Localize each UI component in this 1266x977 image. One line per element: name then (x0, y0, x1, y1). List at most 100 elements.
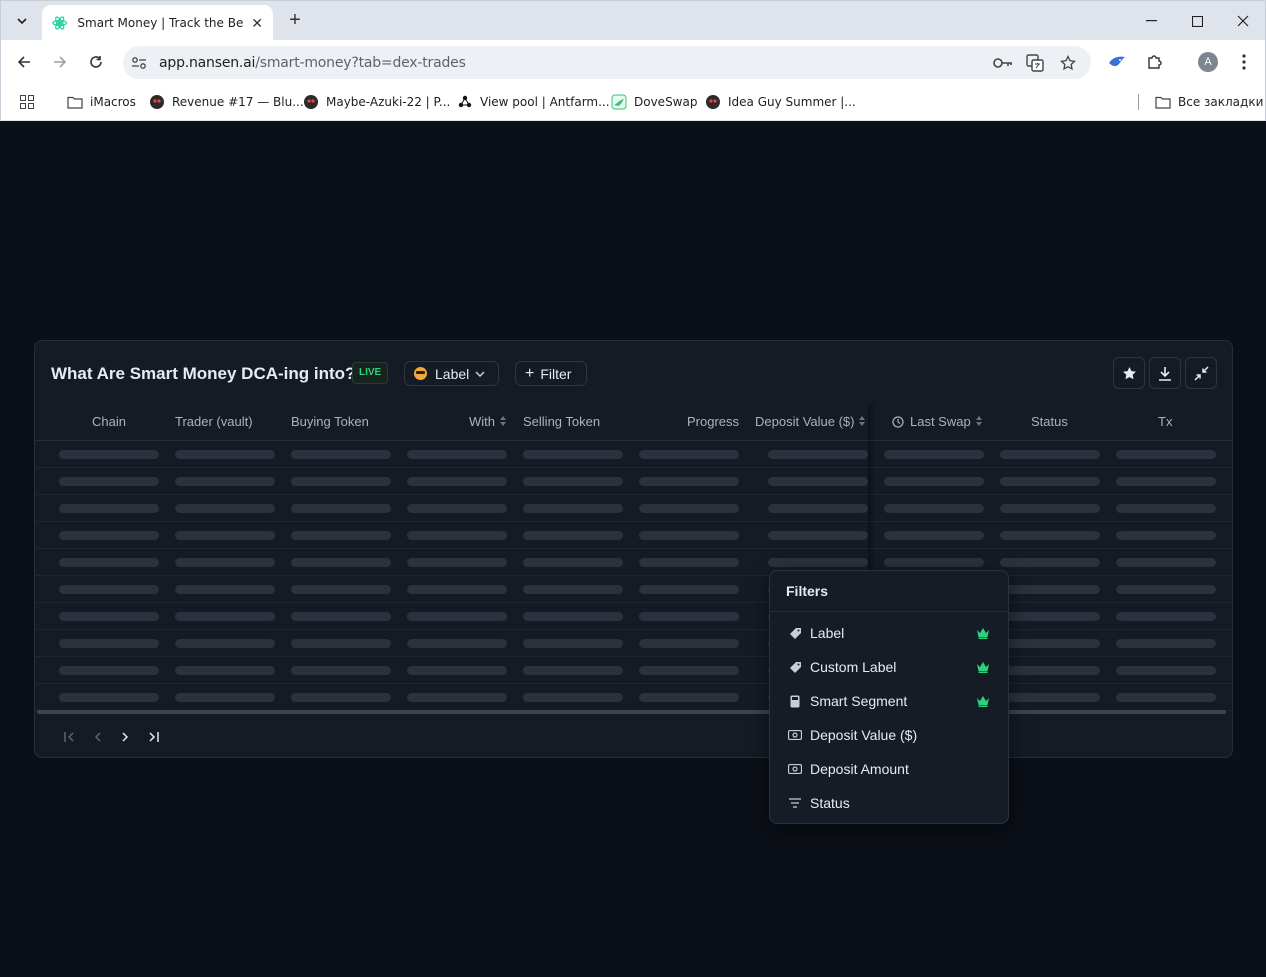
filter-option-smart-segment[interactable]: Smart Segment (770, 684, 1008, 718)
horizontal-scrollbar[interactable] (37, 710, 1226, 714)
url-path: /smart-money?tab=dex-trades (255, 54, 466, 71)
filter-option-text: Status (810, 795, 850, 811)
skeleton-cell (523, 666, 623, 675)
apps-button[interactable] (20, 92, 34, 112)
skeleton-cell (523, 585, 623, 594)
bookmark-doveswap[interactable]: DoveSwap (611, 92, 697, 112)
table-row (35, 468, 1232, 495)
last-page-button[interactable] (139, 727, 167, 747)
filter-option-deposit-value[interactable]: Deposit Value ($) (770, 718, 1008, 752)
all-bookmarks-button[interactable]: Все закладки (1155, 92, 1263, 112)
minimize-icon (1145, 20, 1157, 22)
bookmark-label: Idea Guy Summer |... (728, 95, 856, 109)
column-status[interactable]: Status (1031, 414, 1068, 429)
pagination (55, 727, 167, 747)
forward-button[interactable] (48, 50, 72, 74)
card-title: What Are Smart Money DCA-ing into? (51, 364, 356, 383)
filter-option-status[interactable]: Status (770, 786, 1008, 820)
skeleton-cell (1116, 639, 1216, 648)
skeleton-cell (291, 504, 391, 513)
minimize-button[interactable] (1128, 1, 1174, 41)
column-with[interactable]: With (469, 414, 507, 429)
next-page-button[interactable] (111, 727, 139, 747)
arrow-left-icon (17, 56, 30, 68)
extension-bird-icon[interactable] (1107, 52, 1127, 72)
skeleton-cell (407, 666, 507, 675)
back-button[interactable] (12, 50, 36, 74)
sort-icon (859, 416, 866, 427)
skeleton-cell (639, 612, 739, 621)
skeleton-cell (1116, 531, 1216, 540)
profile-button[interactable]: A (1198, 52, 1218, 72)
add-filter-button[interactable]: + Filter (515, 361, 587, 386)
sort-icon (500, 416, 507, 427)
skeleton-cell (639, 585, 739, 594)
skeleton-cell (175, 504, 275, 513)
column-progress[interactable]: Progress (687, 414, 739, 429)
skeleton-cell (59, 693, 159, 702)
column-chain[interactable]: Chain (92, 414, 126, 429)
extensions-puzzle-icon[interactable] (1144, 52, 1164, 72)
skeleton-cell (1116, 450, 1216, 459)
filter-option-label[interactable]: Label (770, 616, 1008, 650)
reload-button[interactable] (84, 50, 108, 74)
skeleton-cell (639, 531, 739, 540)
close-window-button[interactable] (1220, 1, 1266, 41)
label-dropdown-text: Label (435, 365, 470, 382)
column-last-swap[interactable]: Last Swap (892, 414, 983, 429)
column-tx[interactable]: Tx (1158, 414, 1172, 429)
skeleton-cell (407, 639, 507, 648)
bookmark-imacros[interactable]: iMacros (67, 92, 136, 112)
translate-icon[interactable] (1025, 53, 1045, 73)
first-page-button[interactable] (55, 727, 83, 747)
column-buying-token[interactable]: Buying Token (291, 414, 369, 429)
new-tab-button[interactable]: + (284, 9, 306, 31)
address-bar[interactable]: app.nansen.ai/smart-money?tab=dex-trades (123, 46, 1091, 79)
collapse-button[interactable] (1185, 357, 1217, 389)
skeleton-cell (291, 585, 391, 594)
favorite-button[interactable] (1113, 357, 1145, 389)
skeleton-cell (1000, 450, 1100, 459)
skeleton-cell (523, 450, 623, 459)
plus-icon: + (525, 364, 535, 382)
bookmark-star-icon[interactable] (1058, 53, 1078, 73)
bookmark-antfarm[interactable]: View pool | Antfarm... (457, 92, 610, 112)
column-trader-vault[interactable]: Trader (vault) (175, 414, 253, 429)
filter-option-deposit-amount[interactable]: Deposit Amount (770, 752, 1008, 786)
maximize-button[interactable] (1174, 1, 1220, 41)
skeleton-cell (1000, 558, 1100, 567)
download-button[interactable] (1149, 357, 1181, 389)
password-key-icon[interactable] (993, 53, 1013, 73)
skeleton-cell (884, 558, 984, 567)
skeleton-cell (523, 531, 623, 540)
kebab-menu-icon (1242, 54, 1246, 70)
apps-grid-icon (20, 95, 34, 109)
column-selling-token[interactable]: Selling Token (523, 414, 600, 429)
site-info-icon[interactable] (129, 53, 149, 73)
bookmark-maybe-azuki[interactable]: Maybe-Azuki-22 | P... (303, 92, 450, 112)
skeleton-cell (768, 504, 868, 513)
skeleton-cell (1116, 585, 1216, 594)
browser-menu-button[interactable] (1234, 52, 1254, 72)
tab-close-icon[interactable]: ✕ (251, 15, 263, 32)
filter-option-custom-label[interactable]: Custom Label (770, 650, 1008, 684)
skeleton-cell (291, 450, 391, 459)
skeleton-cell (175, 639, 275, 648)
filters-dropdown-menu: Filters Label Custom Label Smart Segment… (769, 570, 1009, 824)
prev-page-button[interactable] (83, 727, 111, 747)
skeleton-cell (59, 450, 159, 459)
column-deposit-value[interactable]: Deposit Value ($) (755, 414, 866, 429)
table-row (35, 603, 1232, 630)
bookmark-revenue[interactable]: Revenue #17 — Blu... (149, 92, 304, 112)
label-dropdown[interactable]: Label (404, 361, 499, 386)
bookmark-label: Revenue #17 — Blu... (172, 95, 304, 109)
bookmark-idea-guy[interactable]: Idea Guy Summer |... (705, 92, 856, 112)
skeleton-cell (523, 558, 623, 567)
tab-search-button[interactable] (9, 9, 35, 33)
browser-tab-active[interactable]: Smart Money | Track the Best Performing … (42, 5, 273, 41)
crown-icon (977, 696, 989, 707)
column-label: Chain (92, 414, 126, 429)
skeleton-cell (1116, 666, 1216, 675)
skeleton-cell (407, 504, 507, 513)
skeleton-cell (639, 450, 739, 459)
